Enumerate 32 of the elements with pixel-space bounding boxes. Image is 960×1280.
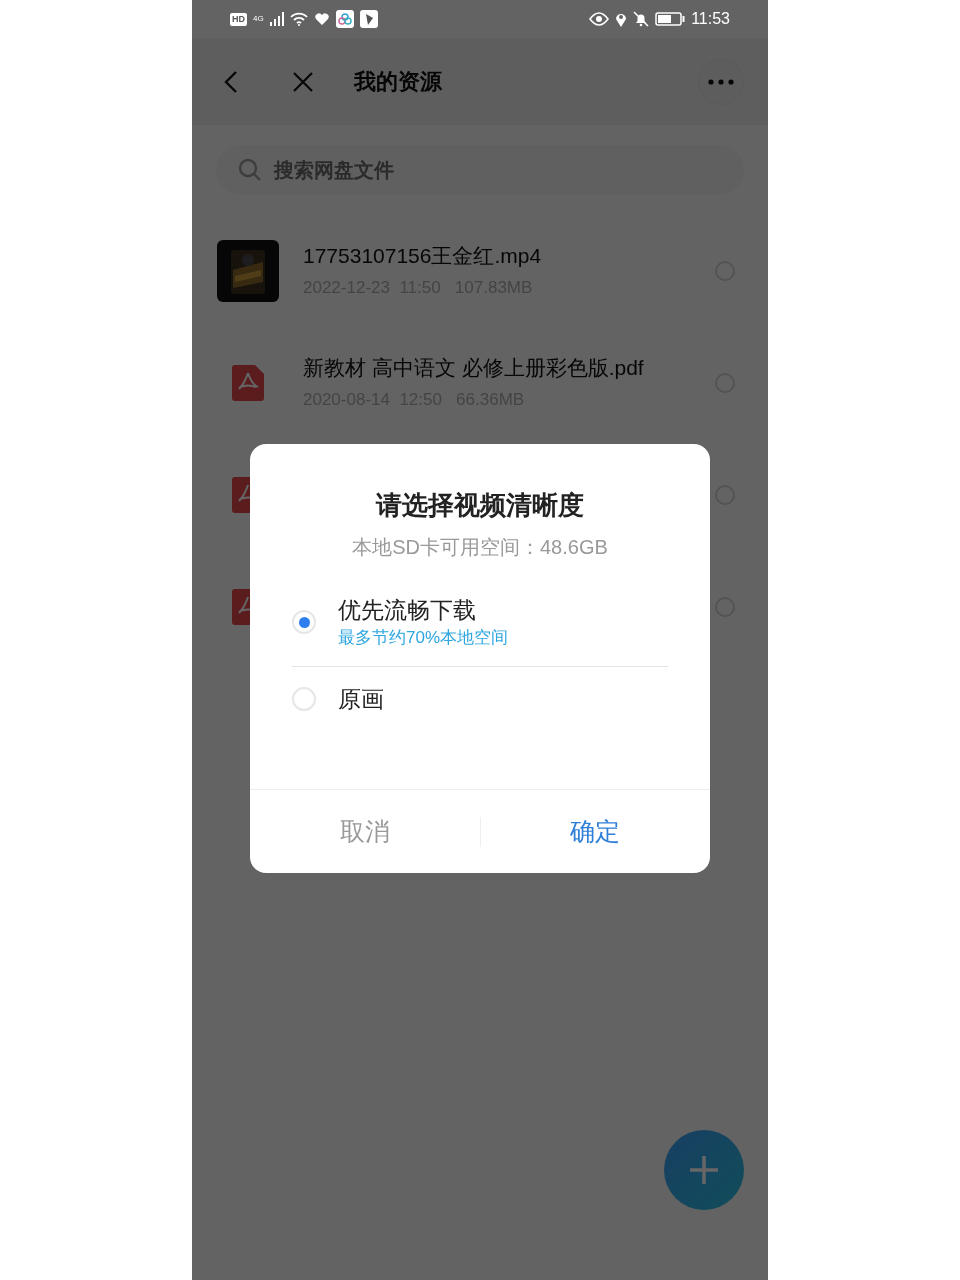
option-hint: 最多节约70%本地空间	[338, 627, 509, 649]
location-icon	[615, 11, 628, 27]
search-icon	[238, 158, 262, 182]
pdf-file-icon	[232, 365, 264, 401]
radio-button[interactable]	[292, 610, 316, 634]
muted-bell-icon	[633, 11, 650, 27]
file-name: 17753107156王金红.mp4	[303, 243, 543, 269]
file-name: 新教材 高中语文 必修上册彩色版.pdf	[303, 355, 645, 381]
battery-icon	[655, 12, 686, 26]
cancel-button[interactable]: 取消	[250, 790, 480, 873]
option-label: 原画	[338, 685, 384, 714]
storage-note: 本地SD卡可用空间：48.6GB	[351, 535, 609, 560]
dialog-title: 请选择视频清晰度	[374, 489, 585, 522]
plus-icon	[688, 1154, 720, 1186]
option-label: 优先流畅下载	[338, 596, 477, 625]
clock-time: 11:53	[691, 9, 730, 29]
hd-badge: HD	[230, 12, 247, 26]
quality-option[interactable]: 优先流畅下载 最多节约70%本地空间	[292, 578, 668, 667]
radio-button[interactable]	[292, 687, 316, 711]
app-icon	[359, 10, 378, 28]
network-label: 4G	[253, 15, 264, 23]
signal-icon	[269, 12, 284, 26]
close-icon	[293, 71, 313, 92]
more-icon	[708, 78, 734, 85]
heart-icon	[313, 12, 330, 26]
wifi-icon	[289, 12, 308, 26]
quality-option[interactable]: 原画	[292, 667, 668, 731]
page-title: 我的资源	[354, 68, 442, 96]
back-icon	[224, 69, 238, 94]
cloud-app-icon	[335, 10, 354, 28]
confirm-button[interactable]: 确定	[480, 790, 710, 873]
eye-icon	[589, 12, 610, 26]
